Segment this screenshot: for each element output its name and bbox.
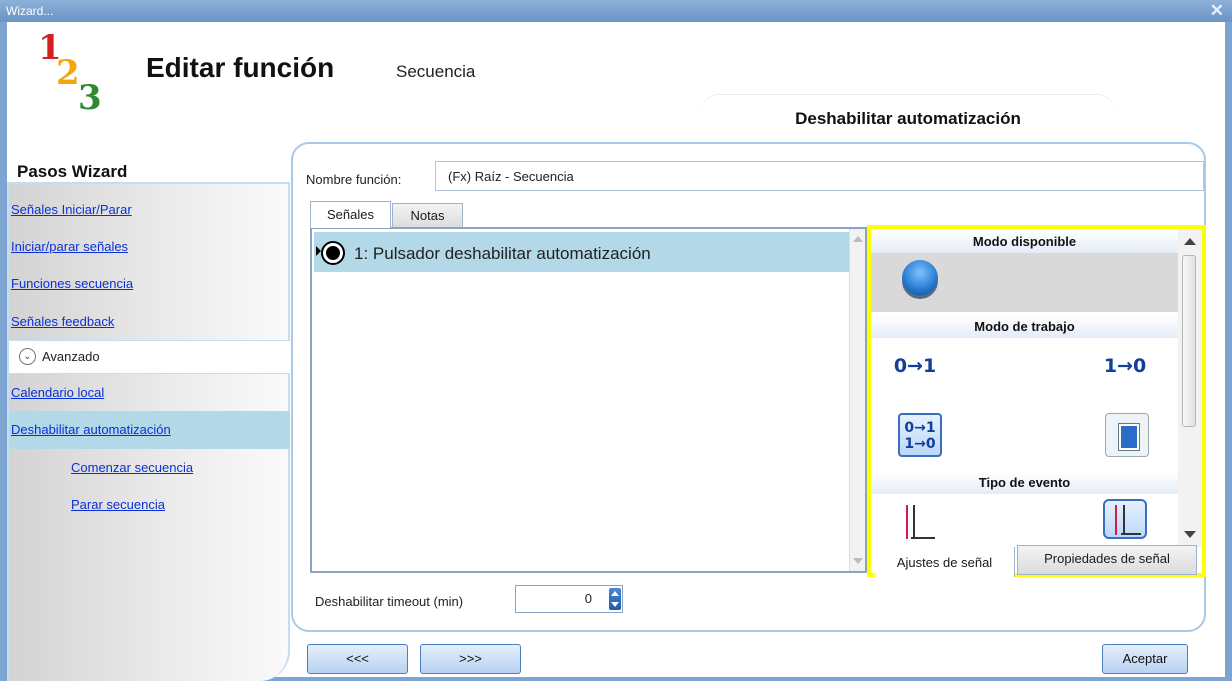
scroll-up-icon[interactable] [1184, 238, 1196, 245]
event-type-header: Tipo de evento [871, 472, 1178, 494]
work-mode-header: Modo de trabajo [871, 316, 1178, 338]
signal-list-scrollbar[interactable] [849, 229, 865, 571]
accept-button[interactable]: Aceptar [1102, 644, 1188, 674]
event-level-icon[interactable] [1103, 499, 1147, 539]
title-bar: Wizard... ✕ [0, 0, 1232, 22]
close-icon[interactable]: ✕ [1210, 1, 1224, 21]
page-subtitle: Secuencia [396, 62, 476, 81]
timeout-label: Deshabilitar timeout (min) [315, 594, 464, 609]
advanced-toggle[interactable]: ⌄ Avanzado [9, 340, 290, 374]
sidebar-item-parar-secuencia[interactable]: Parar secuencia [71, 497, 165, 512]
wizard-steps-sidebar: Señales Iniciar/Parar Iniciar/parar seña… [7, 182, 290, 681]
function-name-label: Nombre función: [306, 172, 402, 187]
signal-list: 1: Pulsador deshabilitar automatización [310, 227, 867, 573]
mode-falling-icon[interactable]: 1→0 [1103, 344, 1147, 388]
chevron-down-icon: ⌄ [19, 348, 36, 365]
tab-ajustes-de-senal[interactable]: Ajustes de señal [875, 547, 1015, 577]
signal-label: 1: Pulsador deshabilitar automatización [354, 244, 651, 263]
pushbutton-icon [321, 241, 345, 265]
logo-digit-3: 3 [78, 78, 102, 118]
sidebar-item-funciones-secuencia[interactable]: Funciones secuencia [11, 276, 133, 291]
row-marker-icon [316, 246, 321, 256]
tab-propiedades-de-senal[interactable]: Propiedades de señal [1017, 545, 1197, 575]
mode-rising-icon[interactable]: 0→1 [893, 344, 937, 388]
scroll-up-icon[interactable] [853, 236, 863, 242]
next-button[interactable]: >>> [420, 644, 521, 674]
tab-senales[interactable]: Señales [310, 201, 391, 228]
timeout-input[interactable]: 0 [515, 585, 623, 613]
scroll-thumb[interactable] [1182, 255, 1196, 427]
wizard-logo: 1 2 3 [30, 28, 110, 123]
properties-scrollbar[interactable] [1178, 229, 1202, 547]
tab-notas[interactable]: Notas [392, 203, 463, 228]
advanced-label: Avanzado [42, 349, 100, 364]
sidebar-item-senales-feedback[interactable]: Señales feedback [11, 314, 114, 329]
mode-both-icon[interactable]: 0→1 1→0 [898, 413, 942, 457]
signal-list-item[interactable]: 1: Pulsador deshabilitar automatización [314, 232, 851, 272]
previous-button[interactable]: <<< [307, 644, 408, 674]
section-tab-title: Deshabilitar automatización [795, 109, 1021, 128]
logo-digit-2: 2 [56, 53, 80, 93]
timeout-spinner-icon[interactable] [609, 588, 621, 610]
available-mode-header: Modo disponible [871, 231, 1178, 253]
sidebar-item-iniciar-parar-senales[interactable]: Iniciar/parar señales [11, 239, 128, 254]
blue-pushbutton-icon[interactable] [902, 260, 938, 296]
scroll-down-icon[interactable] [1184, 531, 1196, 538]
page-title: Editar función [146, 52, 335, 83]
sidebar-item-senales-iniciar-parar[interactable]: Señales Iniciar/Parar [11, 202, 132, 217]
sidebar-item-deshabilitar-automatizacion[interactable]: Deshabilitar automatización [11, 422, 171, 437]
available-mode-area [871, 253, 1178, 312]
function-name-input[interactable] [435, 161, 1204, 191]
event-edge-icon[interactable] [897, 501, 941, 541]
section-tab-header: Deshabilitar automatización [702, 95, 1114, 142]
switch-mode-icon[interactable] [1105, 413, 1149, 457]
steps-title: Pasos Wizard [17, 162, 128, 181]
sidebar-item-comenzar-secuencia[interactable]: Comenzar secuencia [71, 460, 193, 475]
scroll-down-icon[interactable] [853, 558, 863, 564]
sidebar-item-calendario-local[interactable]: Calendario local [11, 385, 104, 400]
signal-properties-panel: Modo disponible Modo de trabajo 0→1 1→0 … [867, 225, 1206, 577]
window-title: Wizard... [6, 4, 54, 18]
